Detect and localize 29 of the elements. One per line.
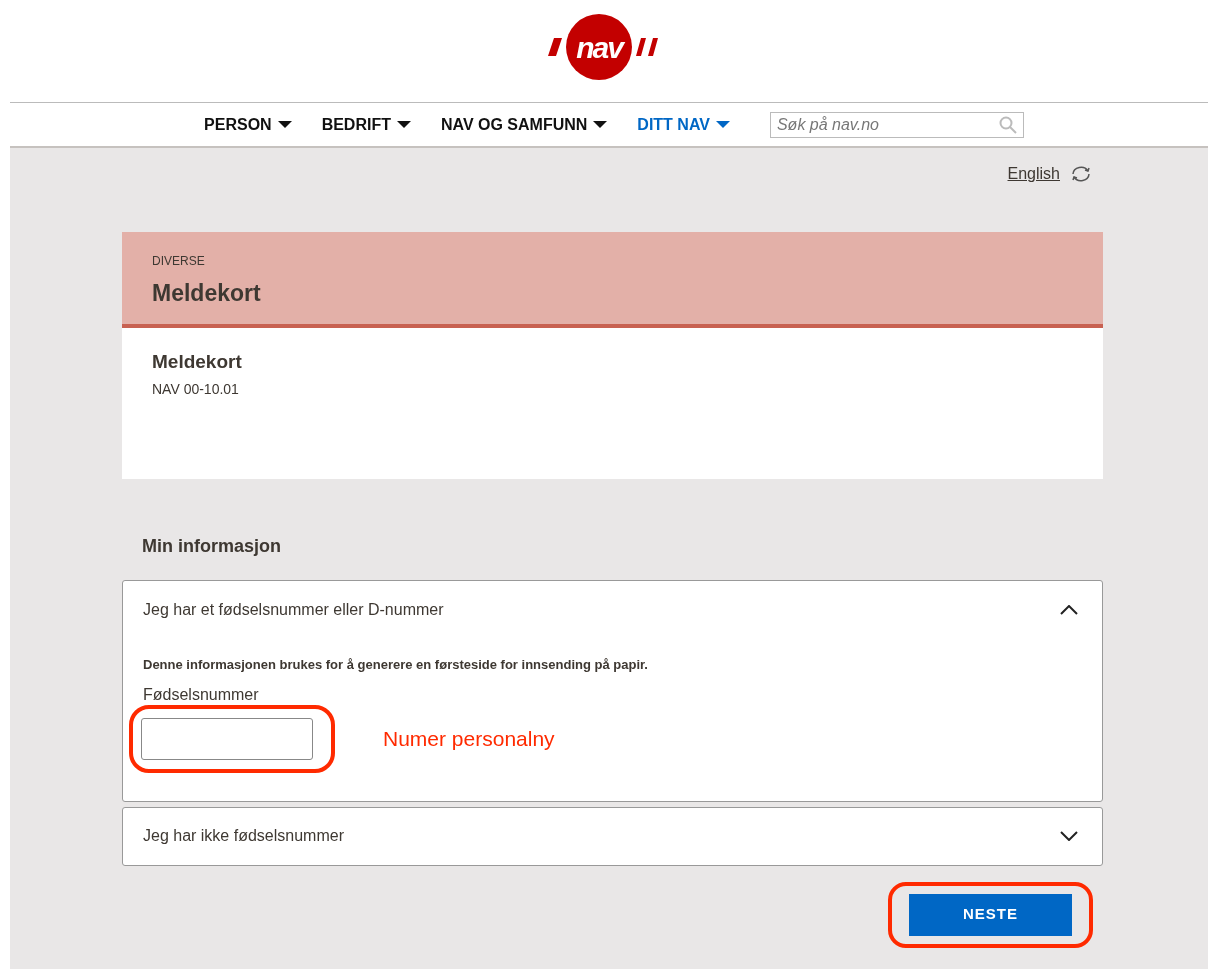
caret-down-icon <box>593 120 608 129</box>
chevron-up-icon <box>1060 604 1078 615</box>
nav-menu-item[interactable]: DITT NAV <box>637 112 730 137</box>
field-label: Fødselsnummer <box>143 684 260 705</box>
chevron-down-icon <box>1060 831 1078 841</box>
logo-text: nav <box>576 29 622 66</box>
annotation-text: Numer personalny <box>383 725 555 752</box>
form-code: NAV 00-10.01 <box>152 379 240 399</box>
caret-down-icon <box>715 120 730 129</box>
form-title: Meldekort <box>152 279 262 308</box>
form-name: Meldekort <box>152 350 243 374</box>
category-label: DIVERSE <box>152 253 206 270</box>
section-title: Min informasjon <box>142 535 282 558</box>
input-field[interactable] <box>141 717 313 760</box>
caret-down-icon <box>277 120 292 129</box>
search-icon[interactable] <box>997 115 1018 134</box>
language-link[interactable]: English <box>1007 162 1060 186</box>
info-text: Denne informasjonen brukes for å generere en førsteside for innsending på papir. <box>143 656 649 674</box>
caret-down-icon <box>396 120 411 129</box>
nav-menu-item[interactable]: PERSON <box>204 112 292 137</box>
double-slash-mark-icon <box>636 38 660 56</box>
next-button[interactable]: NESTE <box>909 893 1072 936</box>
accordion-header[interactable]: Jeg har et fødselsnummer eller D-nummer <box>123 581 1102 638</box>
refresh-icon <box>1070 165 1092 183</box>
accordion-header[interactable]: Jeg har ikke fødselsnummer <box>123 807 1102 865</box>
nav-menu-item[interactable]: BEDRIFT <box>321 112 411 137</box>
search-field[interactable]: Søk på nav.no <box>769 111 1024 138</box>
nav-menu-item[interactable]: NAV OG SAMFUNN <box>440 112 608 137</box>
slash-mark-icon <box>548 38 562 56</box>
